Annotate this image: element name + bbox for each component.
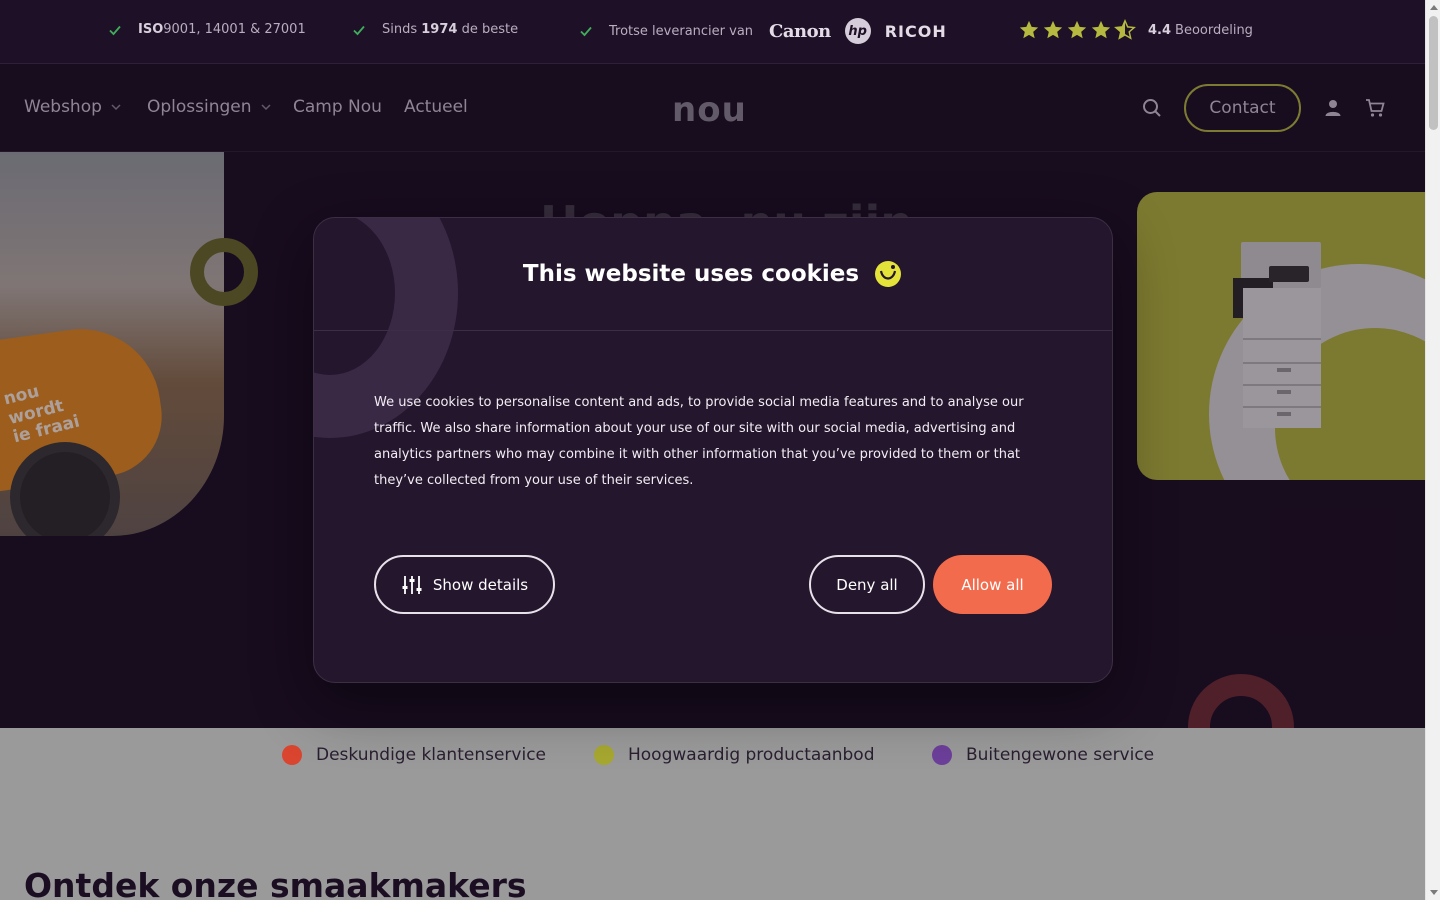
- show-details-label: Show details: [432, 575, 529, 594]
- cookie-dialog-title: This website uses cookies: [522, 261, 860, 287]
- trust-item-bold: ISO: [138, 22, 164, 37]
- trust-item-text: de beste: [457, 22, 519, 37]
- check-icon: [109, 25, 121, 35]
- trust-item-prefix: Sinds: [382, 22, 422, 37]
- hp-logo: hp: [844, 18, 871, 44]
- deny-all-button[interactable]: Deny all: [809, 555, 925, 614]
- trust-item-text: 9001, 14001 & 27001: [163, 22, 306, 37]
- trust-bar: ISO 9001, 14001 & 27001 Sinds 1974 de be…: [0, 0, 1425, 64]
- cookie-dialog: This website uses cookies We use cookies…: [313, 217, 1113, 683]
- rating[interactable]: 4.4 Beoordeling: [1018, 19, 1253, 41]
- usp-item: Deskundige klantenservice: [282, 745, 546, 765]
- check-icon: [353, 25, 365, 35]
- star-half-icon: [1114, 19, 1136, 40]
- trust-item-text: Trotse leverancier van: [609, 23, 754, 39]
- rating-stars: [1018, 19, 1136, 41]
- page-scrollbar[interactable]: [1425, 0, 1440, 900]
- star-icon: [1067, 20, 1087, 39]
- brand-logos: Canon hp RICOH: [769, 18, 947, 44]
- trust-item-iso: ISO 9001, 14001 & 27001: [108, 22, 306, 37]
- cookie-dialog-header: This website uses cookies: [314, 218, 1112, 331]
- trust-item-supplier: Trotse leverancier van Canon hp RICOH: [579, 18, 947, 44]
- sliders-icon: [402, 575, 422, 594]
- usp-label: Buitengewone service: [966, 745, 1155, 765]
- allow-all-button[interactable]: Allow all: [933, 555, 1052, 614]
- rating-score: 4.4: [1148, 22, 1172, 38]
- cookie-dialog-body: We use cookies to personalise content an…: [374, 395, 1024, 488]
- star-icon: [1091, 20, 1111, 39]
- smiley-icon: [932, 745, 952, 765]
- rating-label: Beoordeling: [1175, 22, 1253, 38]
- usp-item: Buitengewone service: [932, 745, 1154, 765]
- scroll-thumb[interactable]: [1429, 16, 1438, 130]
- usp-strip: Deskundige klantenservice Hoogwaardig pr…: [0, 728, 1425, 784]
- show-details-button[interactable]: Show details: [374, 555, 555, 614]
- scroll-down-arrow[interactable]: [1430, 890, 1438, 895]
- smiley-icon: [594, 745, 614, 765]
- star-icon: [1043, 20, 1063, 39]
- smiley-icon: [875, 261, 902, 287]
- canon-logo: Canon: [769, 20, 831, 42]
- scroll-up-arrow[interactable]: [1430, 5, 1438, 10]
- trust-item-since: Sinds 1974 de beste: [352, 22, 518, 37]
- lower-section: Ontdek onze smaakmakers: [0, 784, 1425, 900]
- trust-item-bold: 1974: [421, 22, 458, 37]
- smiley-icon: [282, 745, 302, 765]
- section-title: Ontdek onze smaakmakers: [24, 866, 527, 900]
- star-icon: [1019, 20, 1039, 39]
- ricoh-logo: RICOH: [884, 21, 947, 41]
- usp-label: Hoogwaardig productaanbod: [628, 745, 875, 765]
- usp-item: Hoogwaardig productaanbod: [594, 745, 875, 765]
- check-icon: [580, 26, 592, 37]
- usp-label: Deskundige klantenservice: [316, 745, 546, 765]
